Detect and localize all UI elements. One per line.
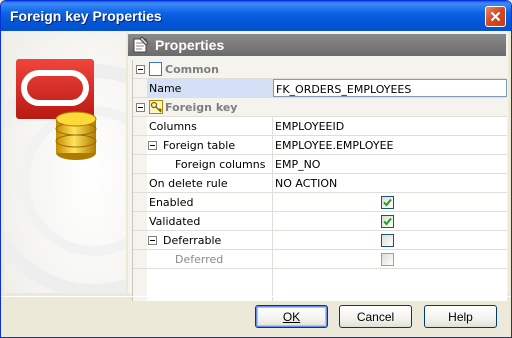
cancel-button-label: Cancel: [356, 309, 395, 324]
property-validated-label: Validated: [149, 215, 201, 228]
category-common[interactable]: Common: [133, 60, 507, 79]
property-row-on-delete-rule[interactable]: On delete rule NO ACTION: [133, 174, 507, 193]
enabled-checkbox[interactable]: [381, 196, 394, 209]
property-row-deferrable[interactable]: Deferrable: [133, 231, 507, 250]
help-button[interactable]: Help: [424, 305, 497, 328]
property-name-label: Name: [149, 82, 182, 95]
properties-title: Properties: [155, 37, 225, 53]
property-row-foreign-table[interactable]: Foreign table EMPLOYEE.EMPLOYEE: [133, 136, 507, 155]
properties-panel: Properties Common Name FK_ORDERS_EMPLOYE…: [128, 31, 508, 301]
cancel-button[interactable]: Cancel: [339, 305, 412, 328]
key-icon: [149, 100, 163, 117]
validated-checkbox[interactable]: [381, 215, 394, 228]
property-enabled-label: Enabled: [149, 196, 194, 209]
deferrable-checkbox[interactable]: [381, 234, 394, 247]
property-row-name[interactable]: Name FK_ORDERS_EMPLOYEES: [133, 79, 507, 98]
property-columns-label: Columns: [149, 120, 197, 133]
collapse-common-toggle[interactable]: [136, 65, 145, 74]
property-row-deferred[interactable]: Deferred: [133, 250, 507, 269]
property-deferrable-label: Deferrable: [163, 234, 222, 247]
left-image-panel: [4, 31, 126, 293]
deferred-checkbox[interactable]: [381, 253, 394, 266]
oracle-database-icon: [14, 57, 114, 167]
ok-button-label: OK: [282, 309, 301, 324]
collapse-foreign-key-toggle[interactable]: [136, 103, 145, 112]
window-title: Foreign key Properties: [10, 8, 162, 24]
dialog-window: Foreign key Properties Properties Common…: [0, 0, 512, 338]
properties-header: Properties: [128, 34, 506, 56]
title-bar[interactable]: Foreign key Properties: [1, 1, 511, 31]
collapse-foreign-table-toggle[interactable]: [148, 141, 157, 150]
category-foreign-key-label: Foreign key: [165, 101, 238, 114]
category-foreign-key[interactable]: Foreign key: [133, 98, 507, 117]
close-icon: [490, 11, 501, 22]
footer-separator: [1, 296, 511, 297]
property-row-validated[interactable]: Validated: [133, 212, 507, 231]
property-foreign-columns-label: Foreign columns: [175, 158, 266, 171]
blank-page-icon: [149, 62, 162, 79]
property-deferred-label: Deferred: [175, 253, 224, 266]
close-button[interactable]: [485, 6, 506, 27]
property-on-delete-rule-label: On delete rule: [149, 177, 228, 190]
category-common-label: Common: [165, 63, 219, 76]
on-delete-rule-value[interactable]: NO ACTION: [275, 177, 337, 190]
property-foreign-table-label: Foreign table: [163, 139, 236, 152]
property-row-columns[interactable]: Columns EMPLOYEEID: [133, 117, 507, 136]
foreign-table-value[interactable]: EMPLOYEE.EMPLOYEE: [275, 139, 393, 152]
columns-value[interactable]: EMPLOYEEID: [275, 120, 344, 133]
property-row-enabled[interactable]: Enabled: [133, 193, 507, 212]
name-field[interactable]: FK_ORDERS_EMPLOYEES: [276, 83, 411, 96]
collapse-deferrable-toggle[interactable]: [148, 236, 157, 245]
properties-icon: [132, 36, 150, 57]
foreign-columns-value[interactable]: EMP_NO: [275, 158, 320, 171]
help-button-label: Help: [448, 309, 473, 324]
ok-button[interactable]: OK: [255, 305, 328, 328]
property-grid: Common Name FK_ORDERS_EMPLOYEES Foreign …: [132, 60, 507, 301]
property-row-foreign-columns[interactable]: Foreign columns EMP_NO: [133, 155, 507, 174]
